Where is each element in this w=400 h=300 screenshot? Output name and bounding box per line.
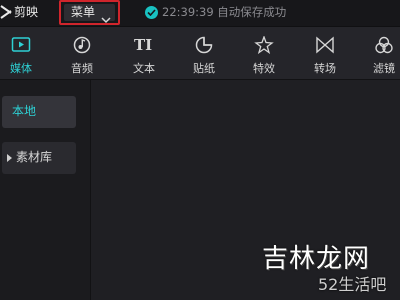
tab-audio-label: 音频 xyxy=(71,62,93,75)
effects-icon xyxy=(254,35,274,55)
watermark-line1: 吉林龙网 xyxy=(262,244,371,274)
tab-sticker[interactable]: 贴纸 xyxy=(184,27,224,79)
tab-sticker-label: 贴纸 xyxy=(193,62,215,75)
watermark: 吉林龙网 52生活吧 xyxy=(262,244,400,300)
sticker-icon xyxy=(194,36,214,54)
media-icon xyxy=(11,36,31,54)
resource-toolbar: 媒体 音频 TI 文本 贴纸 特效 转场 滤镜 xyxy=(0,27,400,80)
tab-text-label: 文本 xyxy=(133,62,155,75)
app-logo-icon xyxy=(0,3,12,21)
tab-transition-label: 转场 xyxy=(314,62,336,75)
tab-audio[interactable]: 音频 xyxy=(62,27,102,79)
media-sidebar: 本地 素材库 xyxy=(0,80,91,300)
text-icon: TI xyxy=(134,36,154,54)
tab-media-label: 媒体 xyxy=(10,62,32,75)
tab-media[interactable]: 媒体 xyxy=(1,27,41,79)
caret-right-icon xyxy=(7,154,12,162)
tab-transition[interactable]: 转场 xyxy=(305,27,345,79)
tab-effects-label: 特效 xyxy=(253,62,275,75)
menu-label: 菜单 xyxy=(71,5,96,19)
sidebar-item-library-label: 素材库 xyxy=(16,150,53,164)
title-bar: 剪映 菜单 22:39:39 自动保存成功 xyxy=(0,0,400,27)
svg-text:TI: TI xyxy=(134,36,152,54)
tab-text[interactable]: TI 文本 xyxy=(124,27,164,79)
sidebar-item-local-label: 本地 xyxy=(12,104,37,118)
audio-icon xyxy=(72,36,92,54)
app-name: 剪映 xyxy=(14,5,39,19)
transition-icon xyxy=(315,36,335,54)
chevron-down-icon xyxy=(101,9,111,24)
tab-effects[interactable]: 特效 xyxy=(244,27,284,79)
tab-filter[interactable]: 滤镜 xyxy=(364,27,400,79)
menu-highlight-box: 菜单 xyxy=(59,0,120,25)
menu-button[interactable]: 菜单 xyxy=(64,4,115,24)
watermark-line2: 52生活吧 xyxy=(318,275,387,294)
sidebar-item-local[interactable]: 本地 xyxy=(2,96,76,128)
filter-icon xyxy=(374,36,394,54)
tab-filter-label: 滤镜 xyxy=(373,62,395,75)
autosave-status: 22:39:39 自动保存成功 xyxy=(162,5,287,19)
sidebar-item-library[interactable]: 素材库 xyxy=(2,142,76,174)
save-check-icon xyxy=(145,6,158,19)
